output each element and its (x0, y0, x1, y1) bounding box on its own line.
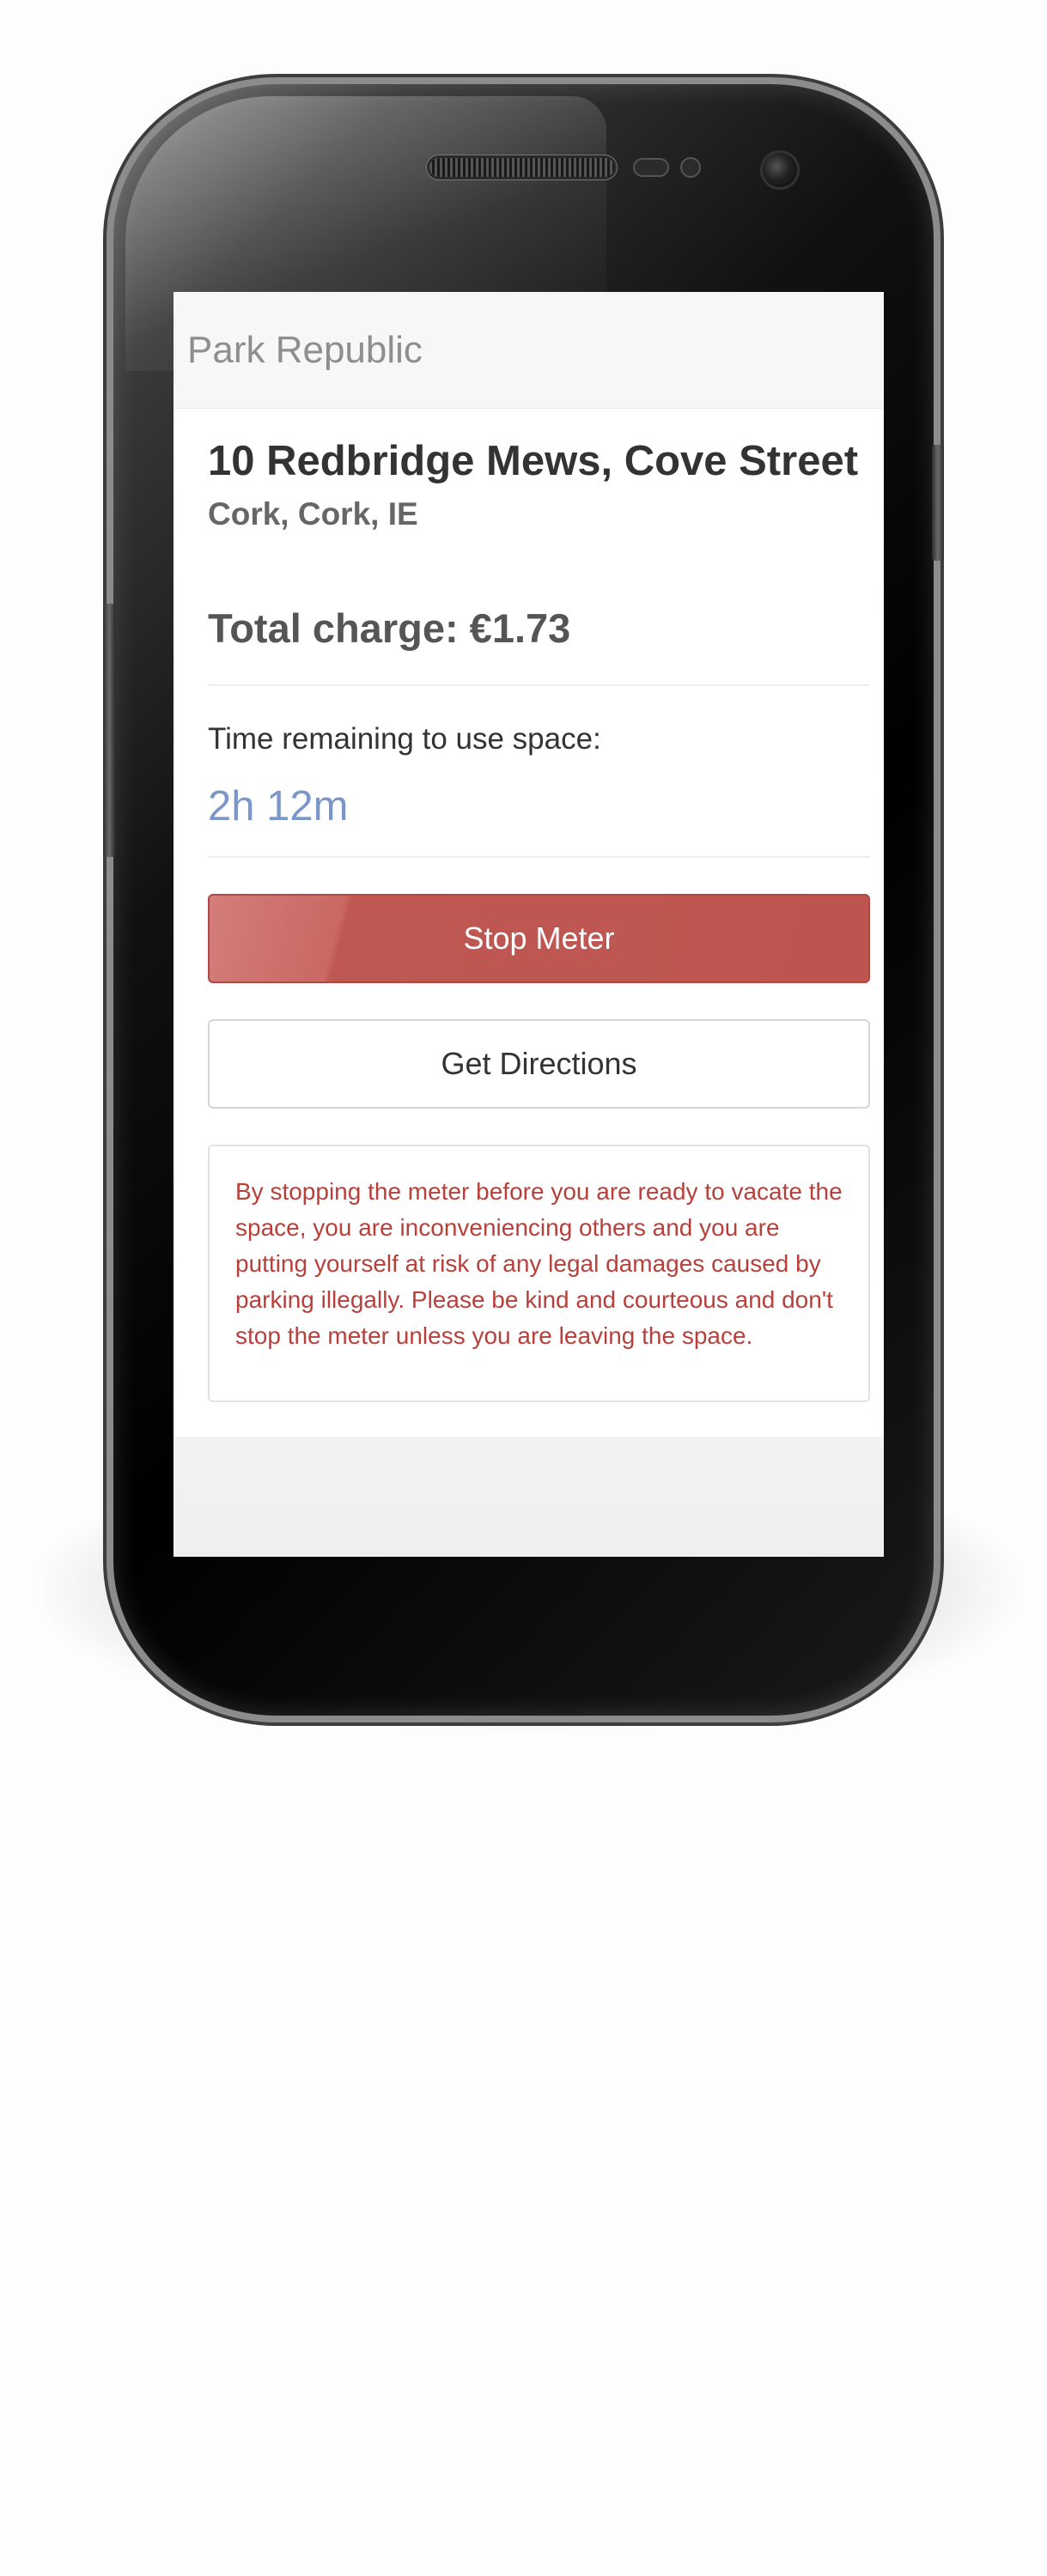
stop-meter-button[interactable]: Stop Meter (208, 894, 870, 983)
divider (208, 684, 870, 686)
content-inner: 10 Redbridge Mews, Cove Street Cork, Cor… (208, 409, 870, 1402)
time-remaining-label: Time remaining to use space: (208, 722, 601, 756)
earpiece-speaker (429, 158, 614, 177)
screen-footer (173, 1437, 884, 1557)
volume-button (103, 604, 115, 857)
brand-logo[interactable]: Park Republic (187, 329, 423, 372)
light-sensor (682, 159, 699, 176)
warning-text: By stopping the meter before you are rea… (235, 1178, 843, 1349)
divider (208, 856, 870, 858)
stop-meter-warning[interactable]: By stopping the meter before you are rea… (208, 1145, 870, 1402)
time-remaining-value: 2h 12m (208, 783, 349, 829)
power-button (932, 445, 944, 561)
get-directions-button[interactable]: Get Directions (208, 1019, 870, 1109)
navbar: Park Republic (173, 292, 884, 409)
main-content: 10 Redbridge Mews, Cove Street Cork, Cor… (173, 409, 884, 1437)
total-charge: Total charge: €1.73 (208, 605, 571, 651)
parking-city: Cork, Cork, IE (208, 496, 418, 532)
parking-address: 10 Redbridge Mews, Cove Street (208, 438, 859, 484)
phone-screen: Park Republic 10 Redbridge Mews, Cove St… (173, 292, 884, 1557)
proximity-sensor (635, 160, 667, 175)
front-camera (763, 153, 797, 187)
